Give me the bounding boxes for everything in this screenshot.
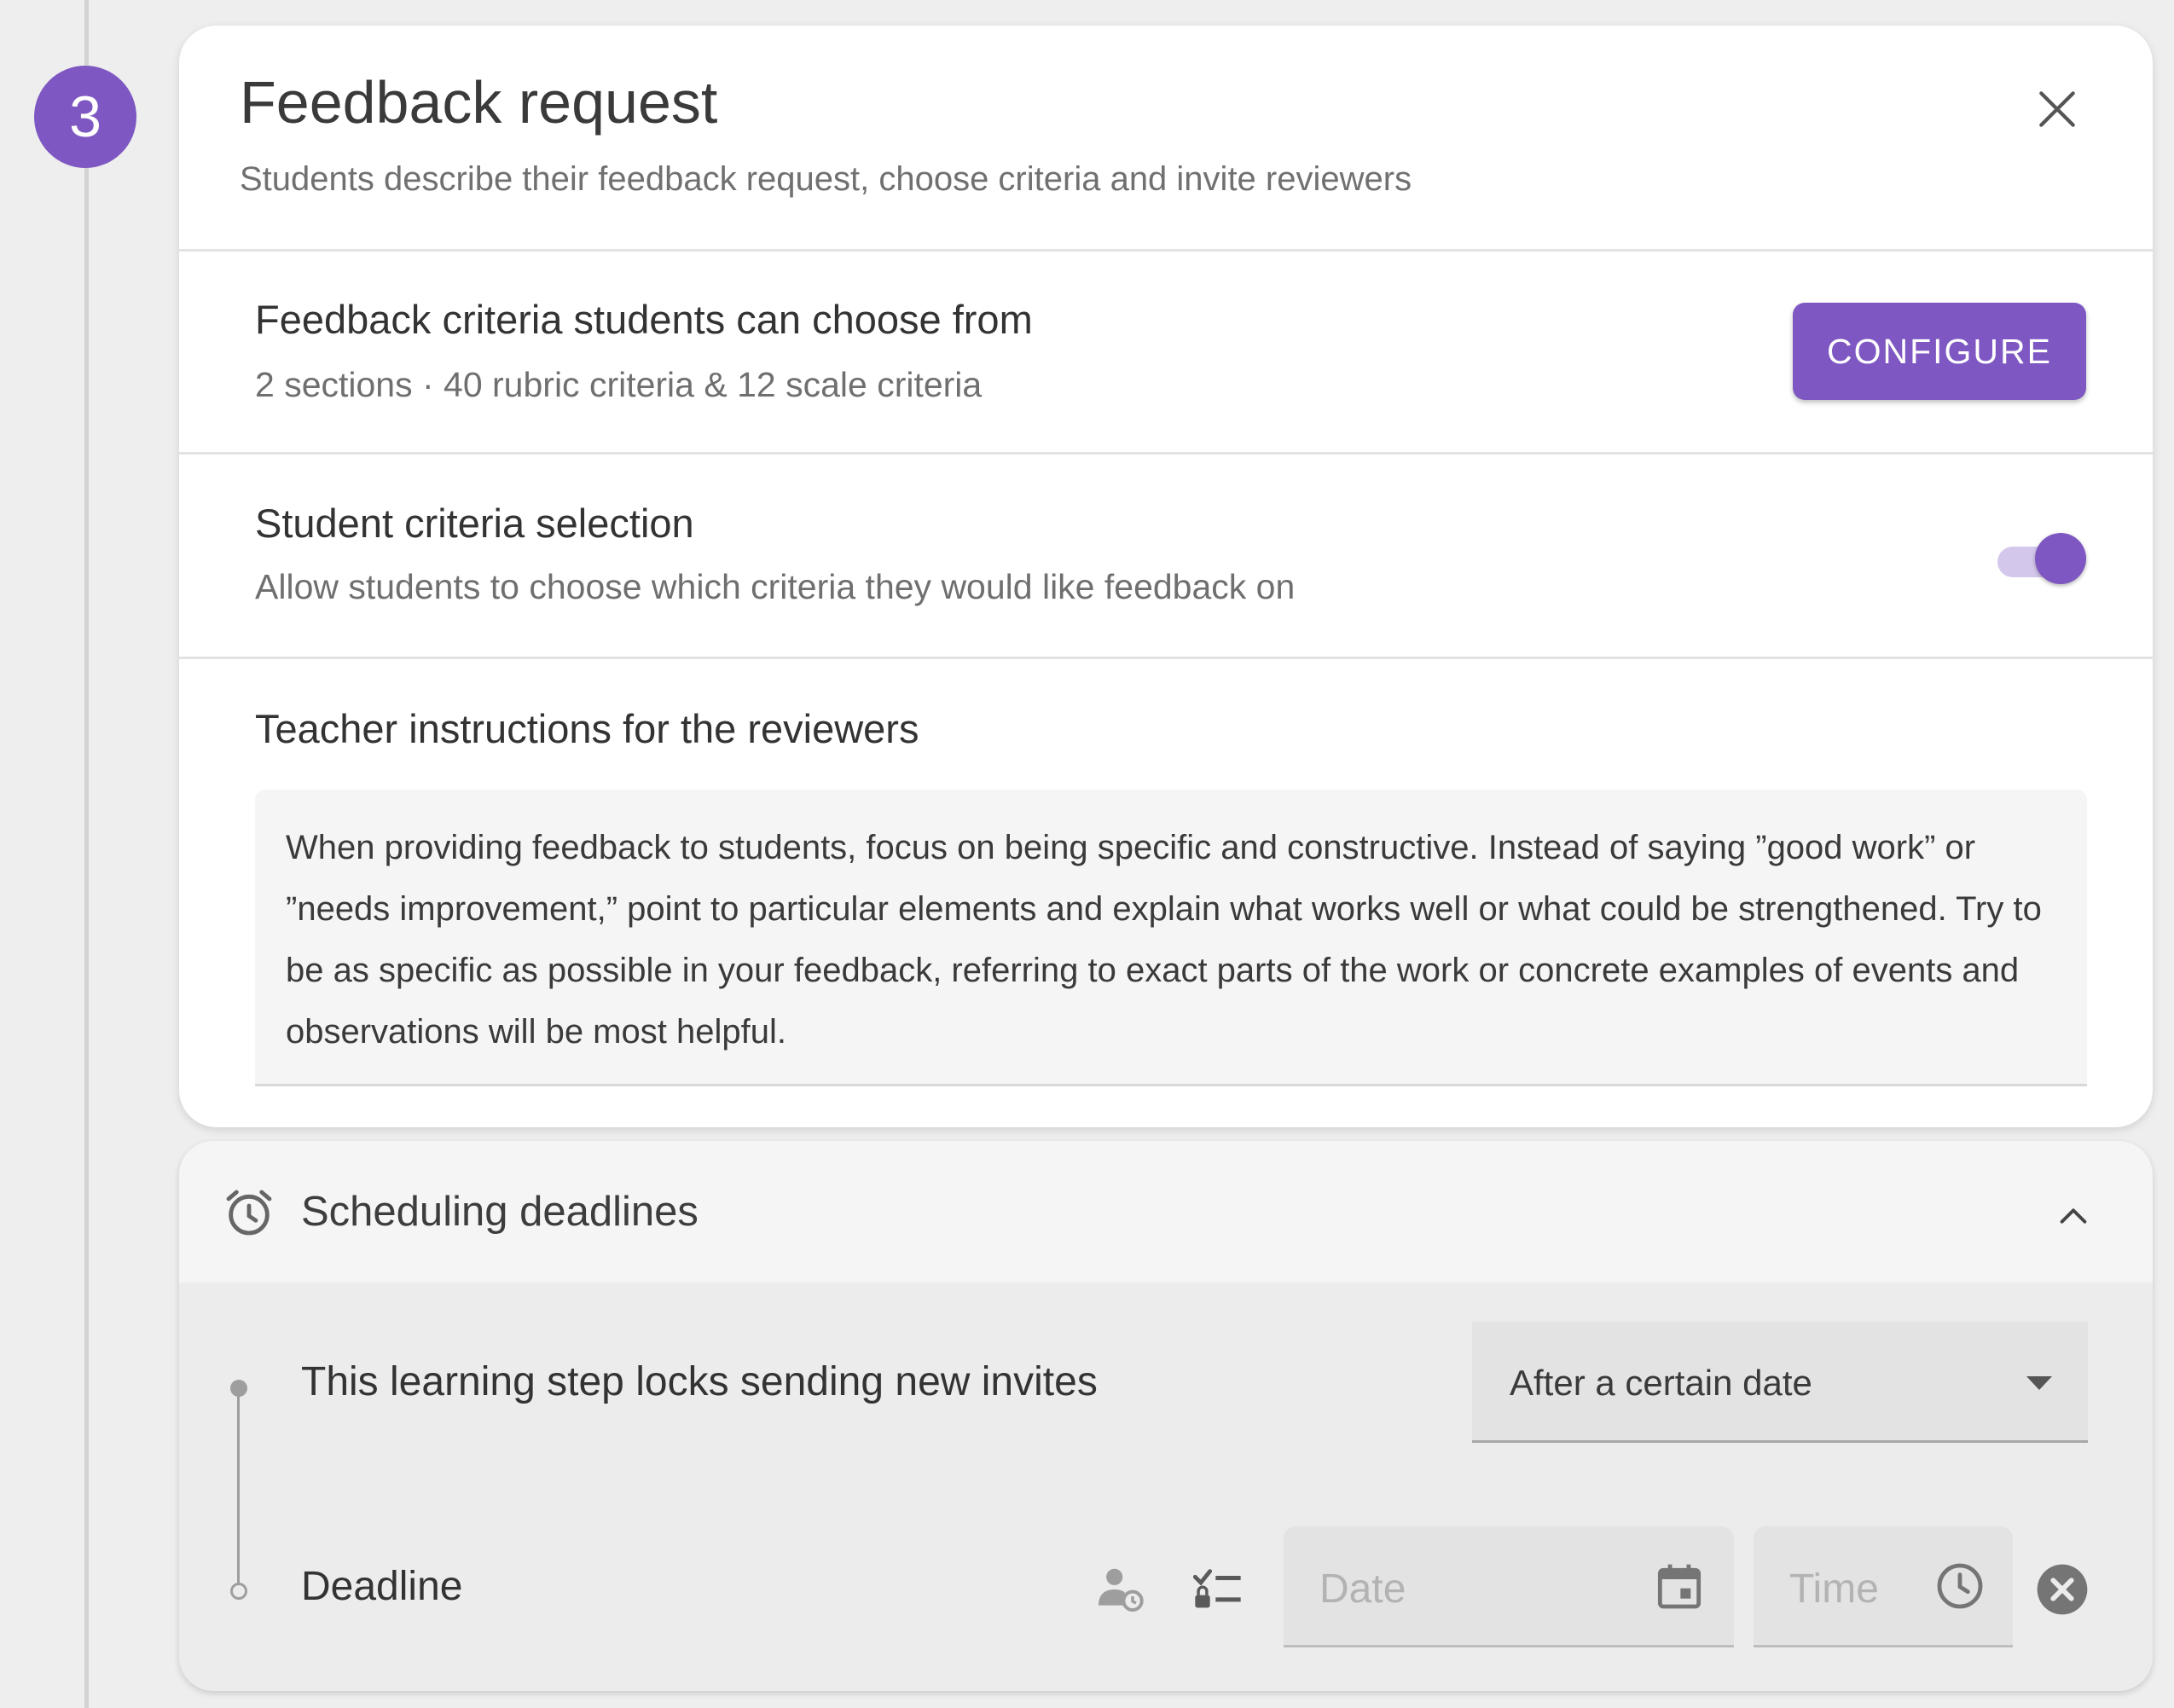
date-field[interactable]: Date [1284,1526,1734,1647]
clock-icon[interactable] [1933,1559,1987,1613]
chevron-up-icon[interactable] [2054,1197,2093,1236]
clear-icon[interactable] [2035,1562,2090,1617]
toggle-thumb [2035,533,2086,584]
card-header: Feedback request Students describe their… [179,26,2153,252]
feedback-request-card: Feedback request Students describe their… [179,26,2153,1127]
calendar-icon[interactable] [1652,1559,1707,1613]
lock-condition-value: After a certain date [1510,1363,1812,1403]
date-placeholder: Date [1319,1566,1406,1612]
step-number-badge: 3 [34,66,136,168]
close-icon[interactable] [2030,82,2084,136]
lock-condition-select[interactable]: After a certain date [1472,1322,2088,1443]
schedule-dot-start [230,1380,247,1397]
scheduling-panel: Scheduling deadlines This learning step … [179,1141,2153,1691]
criteria-selection-section: Student criteria selection Allow student… [179,452,2153,659]
alarm-icon [226,1190,272,1236]
criteria-title: Feedback criteria students can choose fr… [255,297,1033,342]
card-title: Feedback request [240,69,718,136]
scheduling-header[interactable]: Scheduling deadlines [179,1141,2153,1282]
configure-button[interactable]: CONFIGURE [1793,303,2086,400]
card-subtitle: Students describe their feedback request… [240,160,1412,198]
schedule-connector-line [237,1388,240,1593]
time-field[interactable]: Time [1754,1526,2013,1647]
lock-invites-label: This learning step locks sending new inv… [301,1359,1098,1404]
schedule-dot-end [230,1583,247,1600]
criteria-summary: 2 sections · 40 rubric criteria & 12 sca… [255,365,983,404]
selection-title: Student criteria selection [255,501,694,546]
locked-checklist-icon[interactable] [1191,1562,1245,1617]
criteria-selection-toggle[interactable] [1996,531,2086,586]
person-clock-icon[interactable] [1092,1562,1146,1617]
dropdown-arrow-icon [2026,1376,2052,1390]
scheduling-title: Scheduling deadlines [301,1189,699,1235]
deadline-label: Deadline [301,1564,463,1609]
time-placeholder: Time [1789,1566,1879,1612]
selection-description: Allow students to choose which criteria … [255,567,1296,606]
instructions-textarea[interactable]: When providing feedback to students, foc… [255,790,2087,1086]
instructions-title: Teacher instructions for the reviewers [255,706,919,751]
step-timeline-line [84,0,89,1708]
